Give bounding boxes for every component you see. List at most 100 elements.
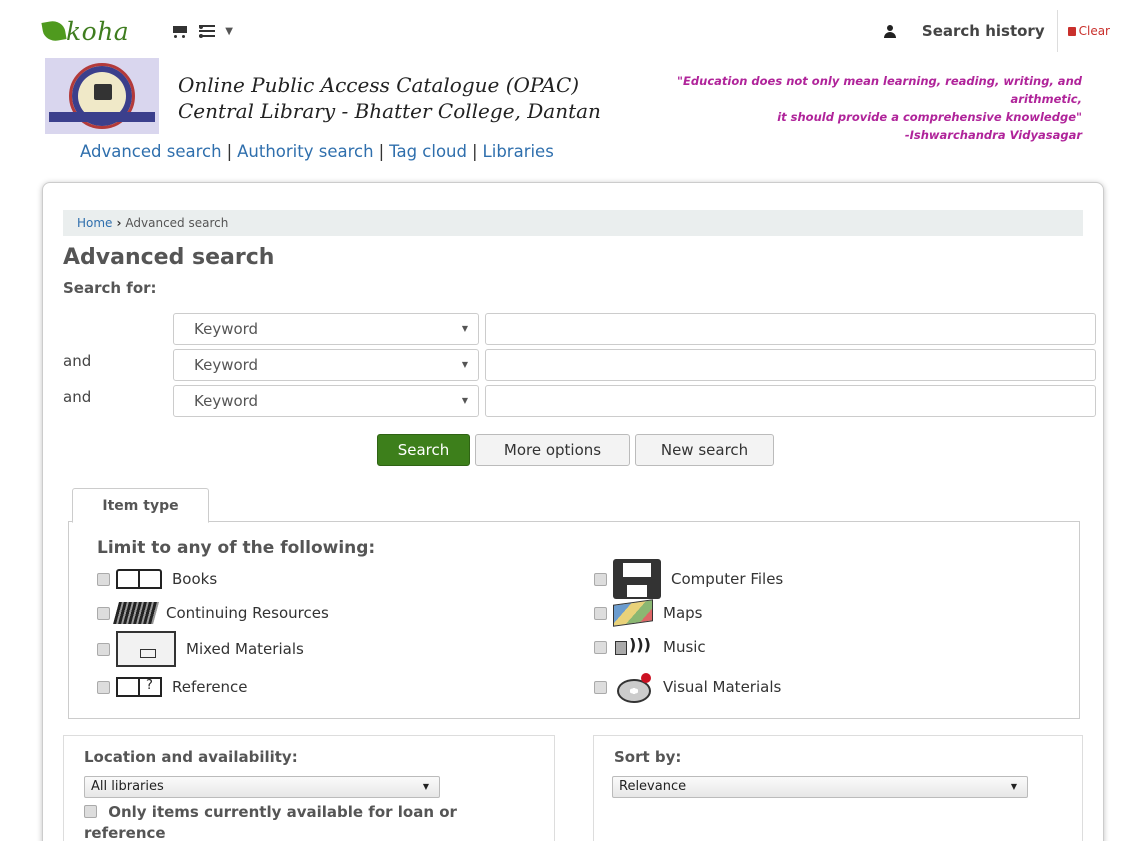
search-history-link[interactable]: Search history — [922, 10, 1058, 52]
speaker-icon — [613, 633, 653, 661]
leaf-icon — [41, 19, 67, 43]
more-options-button[interactable]: More options — [475, 434, 630, 466]
search-for-label: Search for: — [63, 279, 157, 297]
box-icon — [116, 631, 176, 667]
limit-title: Limit to any of the following: — [97, 538, 376, 558]
top-links: Advanced search | Authority search | Tag clo… — [80, 142, 554, 161]
itemtype-books: Books — [97, 564, 217, 594]
boolean-operator[interactable]: and — [63, 352, 91, 370]
select-value: Relevance — [619, 779, 687, 794]
dropdown-arrow-icon: ▼ — [461, 324, 468, 333]
top-navbar: koha ▼ Search history Clear — [35, 10, 1110, 52]
select-value: Keyword — [194, 320, 259, 338]
itemtype-label: Computer Files — [671, 570, 784, 588]
itemtype-maps: Maps — [594, 598, 702, 628]
seal-ribbon — [49, 112, 155, 122]
search-field-select[interactable]: Keyword ▼ — [173, 313, 479, 345]
itemtype-checkbox[interactable] — [594, 640, 607, 654]
search-row: and Keyword ▼ — [43, 349, 1103, 383]
separator: | — [471, 142, 478, 161]
nav-icons: ▼ — [171, 23, 233, 39]
quote-author: -Ishwarchandra Vidyasagar — [904, 128, 1082, 142]
search-term-input[interactable] — [485, 385, 1096, 417]
library-select[interactable]: All libraries ▼ — [84, 776, 440, 798]
select-value: Keyword — [194, 356, 259, 374]
new-search-button[interactable]: New search — [635, 434, 774, 466]
search-field-select[interactable]: Keyword ▼ — [173, 385, 479, 417]
itemtype-music: Music — [594, 632, 706, 662]
user-icon[interactable] — [883, 24, 896, 38]
search-term-input[interactable] — [485, 313, 1096, 345]
breadcrumb-home[interactable]: Home — [77, 216, 112, 230]
koha-logo[interactable]: koha — [41, 17, 129, 46]
itemtype-label: Continuing Resources — [166, 604, 329, 622]
chevron-down-icon[interactable]: ▼ — [225, 26, 233, 37]
lists-icon[interactable] — [199, 24, 216, 38]
sort-title: Sort by: — [614, 748, 682, 766]
college-seal-logo — [45, 58, 159, 134]
book-icon — [116, 569, 162, 589]
separator: | — [226, 142, 233, 161]
itemtype-checkbox[interactable] — [97, 606, 110, 620]
sort-select[interactable]: Relevance ▼ — [612, 776, 1028, 798]
itemtype-checkbox[interactable] — [594, 606, 607, 620]
itemtype-checkbox[interactable] — [594, 680, 607, 694]
site-title-line1: Online Public Access Catalogue (OPAC) — [178, 73, 580, 97]
itemtype-continuing-resources: Continuing Resources — [97, 598, 329, 628]
link-tag-cloud[interactable]: Tag cloud — [389, 142, 467, 161]
floppy-icon — [613, 559, 661, 599]
site-title: Online Public Access Catalogue (OPAC) Ce… — [178, 72, 601, 124]
map-icon — [613, 599, 653, 627]
itemtype-label: Mixed Materials — [186, 640, 304, 658]
quote-line1: "Education does not only mean learning, … — [677, 74, 1082, 88]
dropdown-arrow-icon: ▼ — [461, 360, 468, 369]
serials-icon — [113, 602, 159, 624]
select-value: Keyword — [194, 392, 259, 410]
search-row: Keyword ▼ — [43, 313, 1103, 347]
clear-history-button[interactable]: Clear — [1067, 24, 1110, 38]
itemtype-checkbox[interactable] — [97, 572, 110, 586]
itemtype-label: Books — [172, 570, 218, 588]
page-title: Advanced search — [63, 245, 275, 270]
itemtype-checkbox[interactable] — [97, 680, 110, 694]
tab-item-type[interactable]: Item type — [72, 488, 209, 523]
availability-option[interactable]: Only items currently available for loan … — [84, 802, 524, 841]
itemtype-checkbox[interactable] — [594, 572, 607, 586]
sort-box: Sort by: Relevance ▼ — [593, 735, 1083, 841]
breadcrumb-current: Advanced search — [125, 216, 229, 230]
header-quote: "Education does not only mean learning, … — [602, 72, 1082, 144]
itemtype-label: Music — [663, 638, 706, 656]
reference-icon — [116, 677, 162, 697]
dropdown-arrow-icon: ▼ — [1010, 782, 1017, 791]
separator: | — [378, 142, 385, 161]
itemtype-visual-materials: Visual Materials — [594, 672, 782, 703]
itemtype-mixed-materials: Mixed Materials — [97, 631, 304, 667]
dropdown-arrow-icon: ▼ — [461, 396, 468, 405]
search-button[interactable]: Search — [377, 434, 470, 466]
location-title: Location and availability: — [84, 748, 298, 766]
itemtype-checkbox[interactable] — [97, 642, 110, 656]
availability-label: Only items currently available for loan … — [84, 803, 457, 841]
itemtype-label: Visual Materials — [663, 678, 782, 696]
main-panel: Home › Advanced search Advanced search Sea… — [42, 182, 1104, 841]
itemtype-label: Reference — [172, 678, 248, 696]
link-libraries[interactable]: Libraries — [483, 142, 554, 161]
nav-right: Search history Clear — [883, 10, 1110, 52]
search-term-input[interactable] — [485, 349, 1096, 381]
dropdown-arrow-icon: ▼ — [422, 782, 429, 791]
cart-icon[interactable] — [171, 23, 189, 39]
search-row: and Keyword ▼ — [43, 385, 1103, 419]
itemtype-label: Maps — [663, 604, 703, 622]
chevron-right-icon: › — [116, 216, 122, 230]
link-authority-search[interactable]: Authority search — [237, 142, 373, 161]
availability-checkbox[interactable] — [84, 805, 97, 818]
disc-icon — [613, 673, 653, 703]
quote-line2: arithmetic, — [1010, 92, 1082, 106]
search-field-select[interactable]: Keyword ▼ — [173, 349, 479, 381]
site-title-line2: Central Library - Bhatter College, Danta… — [178, 99, 601, 123]
link-advanced-search[interactable]: Advanced search — [80, 142, 222, 161]
quote-line3: it should provide a comprehensive knowle… — [777, 110, 1082, 124]
item-type-panel: Limit to any of the following: Books Con… — [68, 521, 1080, 719]
trash-icon — [1067, 26, 1076, 36]
boolean-operator[interactable]: and — [63, 388, 91, 406]
